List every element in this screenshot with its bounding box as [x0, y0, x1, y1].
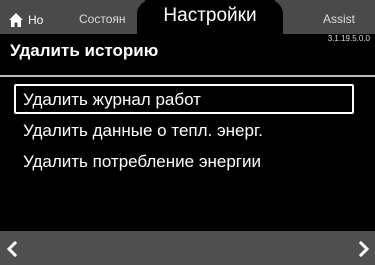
- tab-home-label: Но: [28, 13, 44, 27]
- chevron-right-icon: [358, 241, 370, 257]
- forward-button[interactable]: [356, 240, 372, 258]
- tab-assist[interactable]: Assist: [323, 12, 375, 28]
- bottom-bar: [0, 231, 375, 265]
- menu-item-delete-heat-energy-data[interactable]: Удалить данные о тепл. энерг.: [14, 115, 354, 145]
- menu-list: Удалить журнал работ Удалить данные о те…: [14, 84, 354, 177]
- version-label: 3.1.19.5.0.0: [327, 34, 370, 43]
- divider: [0, 75, 375, 77]
- tab-home[interactable]: Но: [8, 10, 72, 30]
- menu-item-delete-work-log[interactable]: Удалить журнал работ: [14, 84, 354, 114]
- tab-status[interactable]: Состоян: [79, 12, 139, 28]
- back-button[interactable]: [4, 240, 20, 258]
- tab-bar: Но Состоян Настройки Assist: [0, 0, 375, 34]
- home-icon: [9, 13, 23, 27]
- tab-settings[interactable]: Настройки: [137, 5, 283, 31]
- screen: Но Состоян Настройки Assist 3.1.19.5.0.0…: [0, 0, 375, 265]
- menu-item-delete-energy-consumption[interactable]: Удалить потребление энергии: [14, 146, 354, 176]
- page-title: Удалить историю: [10, 41, 159, 60]
- chevron-left-icon: [6, 241, 18, 257]
